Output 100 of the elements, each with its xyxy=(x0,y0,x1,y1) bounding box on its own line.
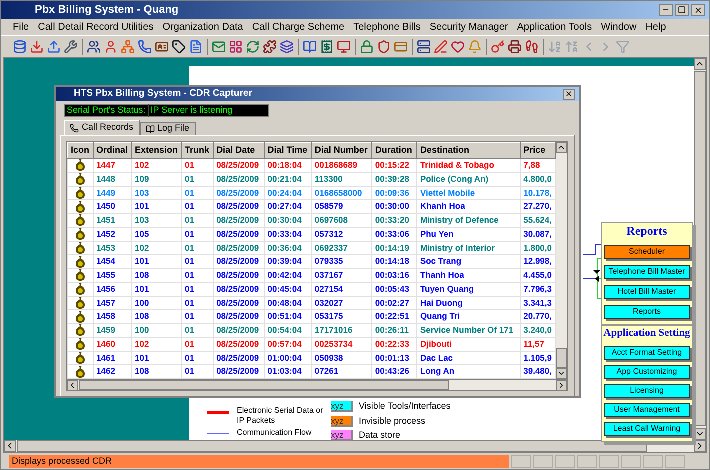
database-icon[interactable] xyxy=(13,40,27,54)
table-cell: 00:27:04 xyxy=(264,200,312,214)
table-cell: 00:30:04 xyxy=(264,214,312,228)
diagram-button[interactable]: Reports xyxy=(604,305,690,319)
table-cell: 1458 xyxy=(93,310,132,324)
book-icon[interactable] xyxy=(303,40,317,54)
puzzle-icon[interactable] xyxy=(263,40,277,54)
table-cell: Thanh Hoa xyxy=(416,268,520,282)
table-cell: 027154 xyxy=(311,282,372,296)
maximize-button[interactable] xyxy=(675,4,689,16)
tag-icon[interactable] xyxy=(172,40,186,54)
person-icon[interactable] xyxy=(104,40,118,54)
menu-item[interactable]: Telephone Bills xyxy=(354,20,421,34)
layers-icon[interactable] xyxy=(280,40,294,54)
table-cell: 1457 xyxy=(93,296,132,310)
menu-item[interactable]: Security Manager xyxy=(430,20,508,34)
diagram-button[interactable]: Hotel Bill Master xyxy=(604,285,690,299)
wrench-icon[interactable] xyxy=(64,40,78,54)
legend-label: Visible Tools/Interfaces xyxy=(359,400,451,413)
table-cell: 01 xyxy=(182,214,214,228)
diagram-button[interactable]: Scheduler xyxy=(604,245,690,259)
network-icon[interactable] xyxy=(121,40,135,54)
column-header[interactable]: Dial Time xyxy=(264,142,312,158)
printer-icon[interactable] xyxy=(508,40,522,54)
menu-item[interactable]: Call Detail Record Utilities xyxy=(38,20,154,34)
download-icon[interactable] xyxy=(30,40,44,54)
scroll-right-icon[interactable] xyxy=(694,440,706,452)
server-icon[interactable] xyxy=(417,40,431,54)
diagram-button[interactable]: Least Call Warning xyxy=(604,422,690,436)
table-cell: Ministry of Defence xyxy=(416,214,520,228)
vertical-scrollbar[interactable] xyxy=(556,142,567,379)
table-cell: 01 xyxy=(182,282,214,296)
table-cell: 08/25/2009 xyxy=(213,186,264,200)
scroll-left-icon[interactable] xyxy=(67,380,78,391)
shield-icon[interactable] xyxy=(377,40,391,54)
heart-icon[interactable] xyxy=(451,40,465,54)
close-button[interactable] xyxy=(563,88,575,100)
scroll-down-icon[interactable] xyxy=(556,368,567,379)
column-header[interactable]: Price xyxy=(520,142,556,158)
card-icon[interactable] xyxy=(394,40,408,54)
diagram-button[interactable]: Acct Format Setting xyxy=(604,346,690,360)
monitor-icon[interactable] xyxy=(337,40,351,54)
table-cell: 00:03:16 xyxy=(372,268,417,282)
table-cell: Djibouti xyxy=(416,337,520,351)
grid-icon[interactable] xyxy=(229,40,243,54)
legend-swatch: xyz xyxy=(331,416,353,427)
scroll-up-icon[interactable] xyxy=(556,142,567,153)
column-header[interactable]: Trunk xyxy=(182,142,214,158)
status-value: IP Server is listening xyxy=(150,104,234,117)
diagram-button[interactable]: App Customizing xyxy=(604,365,690,379)
lock-icon[interactable] xyxy=(360,40,374,54)
id-card-icon[interactable] xyxy=(155,40,169,54)
menu-item[interactable]: Application Tools xyxy=(517,20,592,34)
footprints-icon[interactable] xyxy=(525,40,539,54)
column-header[interactable]: Icon xyxy=(68,142,94,158)
column-header[interactable]: Duration xyxy=(372,142,417,158)
horizontal-scrollbar[interactable] xyxy=(67,379,567,390)
status-text: Displays processed CDR xyxy=(9,454,509,468)
table-cell: 00:42:04 xyxy=(264,268,312,282)
scrollbar-thumb[interactable] xyxy=(79,380,449,390)
close-icon xyxy=(565,90,573,98)
scrollbar-thumb[interactable] xyxy=(556,348,567,368)
upload-icon[interactable] xyxy=(47,40,61,54)
phone-icon[interactable] xyxy=(138,40,152,54)
scroll-up-icon[interactable] xyxy=(694,58,706,70)
column-header[interactable]: Dial Date xyxy=(213,142,264,158)
close-button[interactable] xyxy=(691,4,705,16)
scroll-left-icon[interactable] xyxy=(4,440,16,452)
table-cell: 00:39:04 xyxy=(264,254,312,268)
menu-item[interactable]: File xyxy=(13,20,30,34)
column-header[interactable]: Destination xyxy=(416,142,520,158)
table-cell: 00:51:04 xyxy=(264,310,312,324)
tab[interactable]: Log File xyxy=(140,122,196,135)
people-icon[interactable] xyxy=(87,40,101,54)
money-bag-icon xyxy=(76,352,85,364)
menu-item[interactable]: Window xyxy=(601,20,637,34)
key-icon[interactable] xyxy=(491,40,505,54)
receipt-icon[interactable] xyxy=(320,40,334,54)
money-bag-icon xyxy=(76,338,85,350)
table-cell: 053175 xyxy=(311,310,372,324)
column-header[interactable]: Ordinal xyxy=(93,142,132,158)
table-cell: 08/25/2009 xyxy=(213,172,264,186)
diagram-button[interactable]: Licensing xyxy=(604,384,690,398)
money-bag-icon xyxy=(76,214,85,226)
diagram-button[interactable]: User Management xyxy=(604,403,690,417)
refresh-icon[interactable] xyxy=(246,40,260,54)
minimize-button[interactable] xyxy=(659,4,673,16)
column-header[interactable]: Extension xyxy=(132,142,182,158)
table-cell: 08/25/2009 xyxy=(213,254,264,268)
column-header[interactable]: Dial Number xyxy=(311,142,372,158)
table-cell: 00:14:19 xyxy=(372,241,417,255)
menu-item[interactable]: Help xyxy=(646,20,666,34)
menu-item[interactable]: Call Charge Scheme xyxy=(252,20,345,34)
tab[interactable]: Call Records xyxy=(64,120,140,135)
table-cell: 105 xyxy=(132,227,182,241)
menu-item[interactable]: Organization Data xyxy=(162,20,244,34)
diagram-button[interactable]: Telephone Bill Master xyxy=(604,265,690,279)
envelope-icon[interactable] xyxy=(212,40,226,54)
scroll-right-icon[interactable] xyxy=(556,380,567,391)
pen-icon[interactable] xyxy=(434,40,448,54)
